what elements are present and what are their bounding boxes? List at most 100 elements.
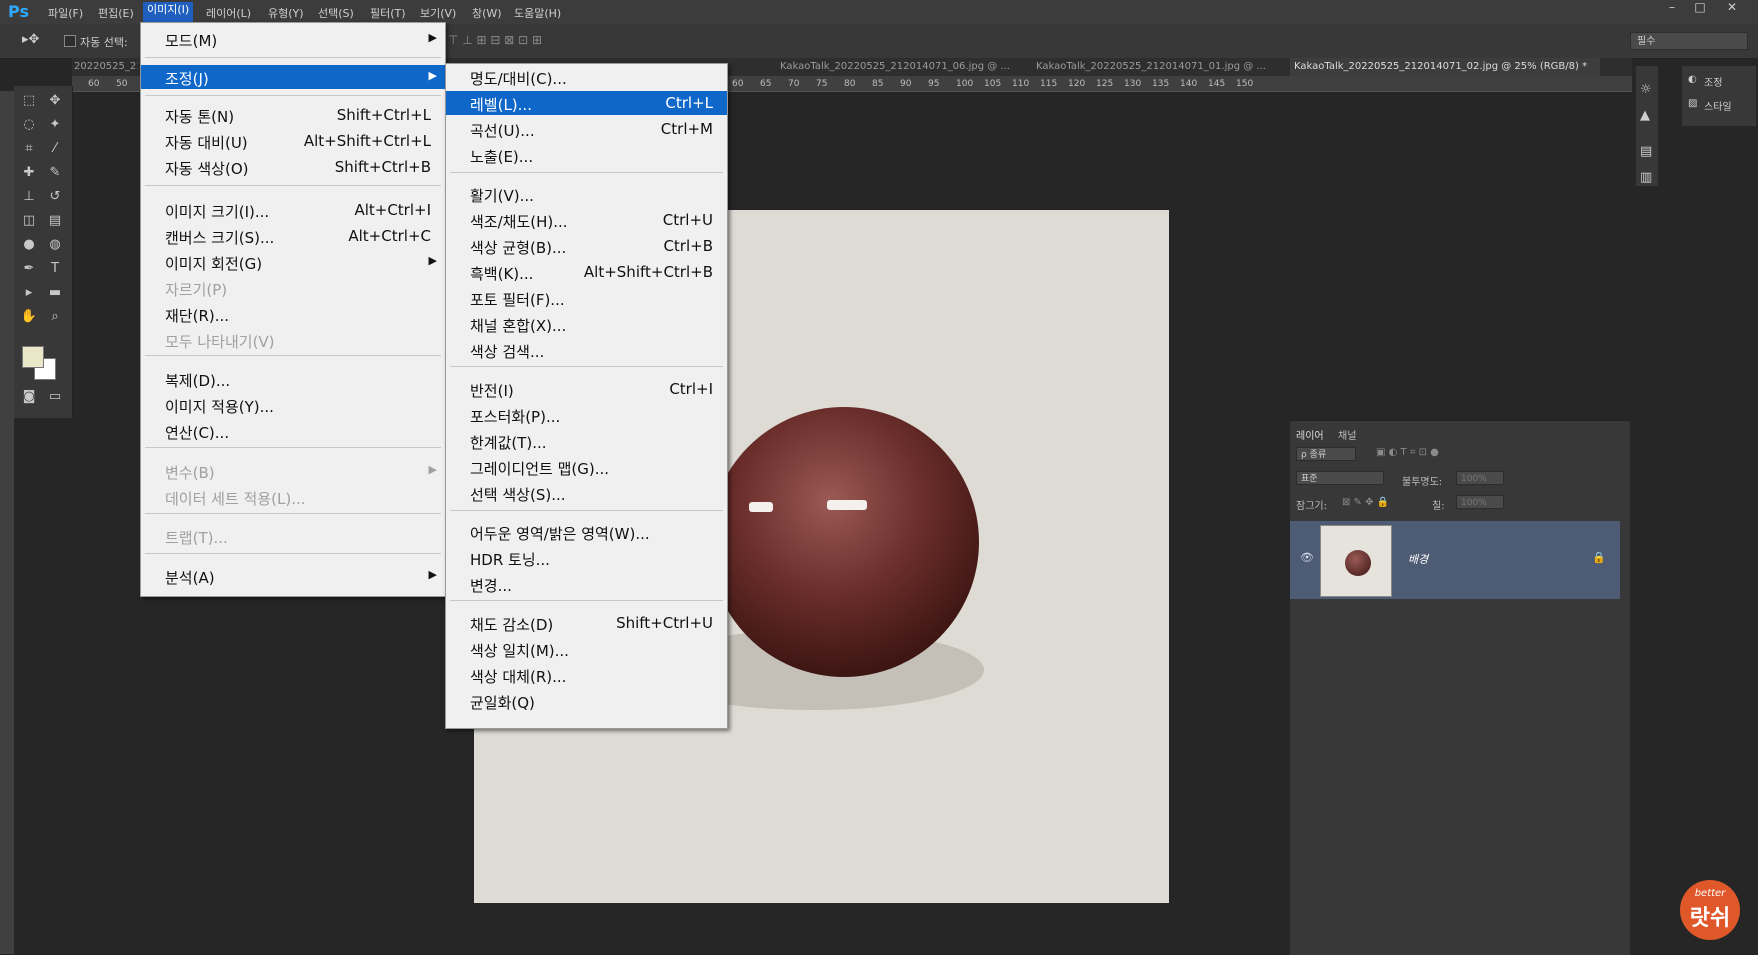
adjust-menu-item[interactable]: 곡선(U)... Ctrl+M (446, 117, 727, 141)
image-menu-item[interactable]: 자동 톤(N) Shift+Ctrl+L (141, 103, 445, 127)
shape-tool-icon[interactable]: ▬ (44, 282, 66, 304)
adjust-icon[interactable]: ◐ (1688, 74, 1697, 85)
adjust-menu-item[interactable]: 색상 검색... (446, 338, 727, 362)
image-menu-item[interactable]: 이미지 크기(I)... Alt+Ctrl+I (141, 198, 445, 222)
image-menu-item[interactable]: 조정(J) ▶ (141, 65, 445, 89)
magic-wand-icon[interactable]: ✦ (44, 114, 66, 136)
tab-channels[interactable]: 채널 (1338, 427, 1356, 442)
adjust-menu-item[interactable]: 채널 혼합(X)... (446, 312, 727, 336)
adjust-menu-item[interactable]: 채도 감소(D) Shift+Ctrl+U (446, 611, 727, 635)
image-menu-item[interactable]: 복제(D)... (141, 367, 445, 391)
hand-tool-icon[interactable]: ✋ (18, 306, 40, 328)
eyedropper-icon[interactable]: ⁄ (44, 138, 66, 160)
notes-icon[interactable]: ▥ (1640, 170, 1652, 185)
image-menu-item[interactable]: 이미지 적용(Y)... (141, 393, 445, 417)
zoom-tool-icon[interactable]: ⌕ (44, 306, 66, 328)
menu-file[interactable]: 파일(F) (44, 5, 87, 21)
fill-input[interactable]: 100% (1456, 495, 1504, 509)
adjust-menu-item[interactable]: 균일화(Q) (446, 689, 727, 713)
visibility-eye-icon[interactable]: 👁 (1300, 551, 1314, 564)
menu-select[interactable]: 선택(S) (314, 5, 358, 21)
history-brush-icon[interactable]: ↺ (44, 186, 66, 208)
menu-filter[interactable]: 필터(T) (366, 5, 410, 21)
quick-mask-icon[interactable]: ◙ (18, 386, 40, 408)
properties-icon[interactable]: ▤ (1640, 144, 1652, 159)
filter-icons[interactable]: ▣ ◐ T ⌗ ⊡ ● (1376, 447, 1439, 458)
workspace-select[interactable]: 필수 (1630, 32, 1748, 50)
adjust-menu-item[interactable]: 변경... (446, 572, 727, 596)
adjust-menu-item[interactable]: 색상 균형(B)... Ctrl+B (446, 234, 727, 258)
image-menu-item[interactable]: 캔버스 크기(S)... Alt+Ctrl+C (141, 224, 445, 248)
adjust-menu-item[interactable]: 활기(V)... (446, 182, 727, 206)
doc-tab-2[interactable]: KakaoTalk_20220525_212014071_06.jpg @ ..… (780, 58, 1026, 76)
menu-image[interactable]: 이미지(I) (143, 2, 194, 22)
screen-mode-icon[interactable]: ▭ (44, 386, 66, 408)
menu-layer[interactable]: 레이어(L) (202, 5, 255, 21)
adjust-menu-item[interactable]: 노출(E)... (446, 143, 727, 167)
close-icon[interactable]: ✕ (1720, 0, 1744, 16)
adjust-menu-item[interactable]: 그레이디언트 맵(G)... (446, 455, 727, 479)
image-menu-item[interactable]: 이미지 회전(G) ▶ (141, 250, 445, 274)
blend-mode-select[interactable]: 표준 (1296, 471, 1384, 485)
pen-tool-icon[interactable]: ✒ (18, 258, 40, 280)
adjust-menu-item[interactable]: 한계값(T)... (446, 429, 727, 453)
adjust-menu-item[interactable]: 흑백(K)... Alt+Shift+Ctrl+B (446, 260, 727, 284)
panel-styles[interactable]: 스타일 (1704, 98, 1732, 113)
image-menu-item[interactable]: 모드(M) ▶ (141, 27, 445, 51)
panel-adjust[interactable]: 조정 (1704, 74, 1722, 89)
minimize-icon[interactable]: – (1660, 0, 1684, 16)
tab-layers[interactable]: 레이어 (1296, 427, 1324, 442)
brush-tool-icon[interactable]: ✎ (44, 162, 66, 184)
image-menu-item-label: 캔버스 크기(S)... (165, 229, 275, 247)
adjust-menu-item[interactable]: HDR 토닝... (446, 546, 727, 570)
adjust-menu-item[interactable]: 명도/대비(C)... (446, 65, 727, 89)
lasso-tool-icon[interactable]: ◌ (18, 114, 40, 136)
doc-tab-3[interactable]: KakaoTalk_20220525_212014071_01.jpg @ ..… (1036, 58, 1286, 76)
menu-help[interactable]: 도움말(H) (510, 5, 565, 21)
menu-view[interactable]: 보기(V) (416, 5, 460, 21)
brightness-icon[interactable]: ☼ (1640, 82, 1652, 97)
menu-window[interactable]: 창(W) (468, 5, 506, 21)
path-select-icon[interactable]: ▸ (18, 282, 40, 304)
dodge-tool-icon[interactable]: ◍ (44, 234, 66, 256)
type-tool-icon[interactable]: T (44, 258, 66, 280)
styles-icon[interactable]: ▨ (1688, 98, 1697, 109)
blur-tool-icon[interactable]: ● (18, 234, 40, 256)
maximize-icon[interactable]: □ (1688, 0, 1712, 16)
align-icons[interactable]: ⊤ ⊥ ⊞ ⊟ ⊠ ⊡ ⊞ (448, 33, 542, 47)
image-menu-item[interactable]: 자동 색상(O) Shift+Ctrl+B (141, 155, 445, 179)
adjust-menu-item[interactable]: 색조/채도(H)... Ctrl+U (446, 208, 727, 232)
menu-edit[interactable]: 편집(E) (94, 5, 138, 21)
eraser-icon[interactable]: ◫ (18, 210, 40, 232)
doc-tab-1[interactable]: 20220525_212... (74, 58, 138, 76)
layer-filter-select[interactable]: ρ 종류 (1296, 447, 1356, 461)
adjust-menu-item[interactable]: 포토 필터(F)... (446, 286, 727, 310)
histogram-icon[interactable]: ▲ (1640, 108, 1650, 123)
foreground-color-swatch[interactable] (22, 346, 44, 368)
adjust-menu-item[interactable]: 색상 대체(R)... (446, 663, 727, 687)
move-tool-icon[interactable]: ▸✥ (22, 32, 39, 47)
adjust-menu-item[interactable]: 반전(I) Ctrl+I (446, 377, 727, 401)
image-menu-item[interactable]: 재단(R)... (141, 302, 445, 326)
gradient-tool-icon[interactable]: ▤ (44, 210, 66, 232)
adjust-menu-item[interactable]: 레벨(L)... Ctrl+L (446, 91, 727, 115)
adjust-menu-item[interactable]: 색상 일치(M)... (446, 637, 727, 661)
layer-name[interactable]: 배경 (1408, 551, 1428, 567)
move-icon[interactable]: ✥ (44, 90, 66, 112)
image-menu-item[interactable]: 연산(C)... (141, 419, 445, 443)
image-menu-item[interactable]: 자동 대비(U) Alt+Shift+Ctrl+L (141, 129, 445, 153)
adjust-menu-item[interactable]: 선택 색상(S)... (446, 481, 727, 505)
menu-type[interactable]: 유형(Y) (264, 5, 308, 21)
auto-select-checkbox[interactable] (64, 35, 76, 47)
marquee-tool-icon[interactable]: ⬚ (18, 90, 40, 112)
healing-brush-icon[interactable]: ✚ (18, 162, 40, 184)
image-menu-item[interactable]: 분석(A) ▶ (141, 564, 445, 588)
doc-tab-active[interactable]: KakaoTalk_20220525_212014071_02.jpg @ 25… (1290, 58, 1600, 76)
layer-row[interactable]: 👁 배경 🔒 (1290, 521, 1620, 599)
clone-stamp-icon[interactable]: ⊥ (18, 186, 40, 208)
adjust-menu-item[interactable]: 포스터화(P)... (446, 403, 727, 427)
crop-tool-icon[interactable]: ⌗ (18, 138, 40, 160)
opacity-input[interactable]: 100% (1456, 471, 1504, 485)
lock-icons[interactable]: ⊠ ✎ ✥ 🔒 (1342, 497, 1389, 508)
adjust-menu-item[interactable]: 어두운 영역/밝은 영역(W)... (446, 520, 727, 544)
